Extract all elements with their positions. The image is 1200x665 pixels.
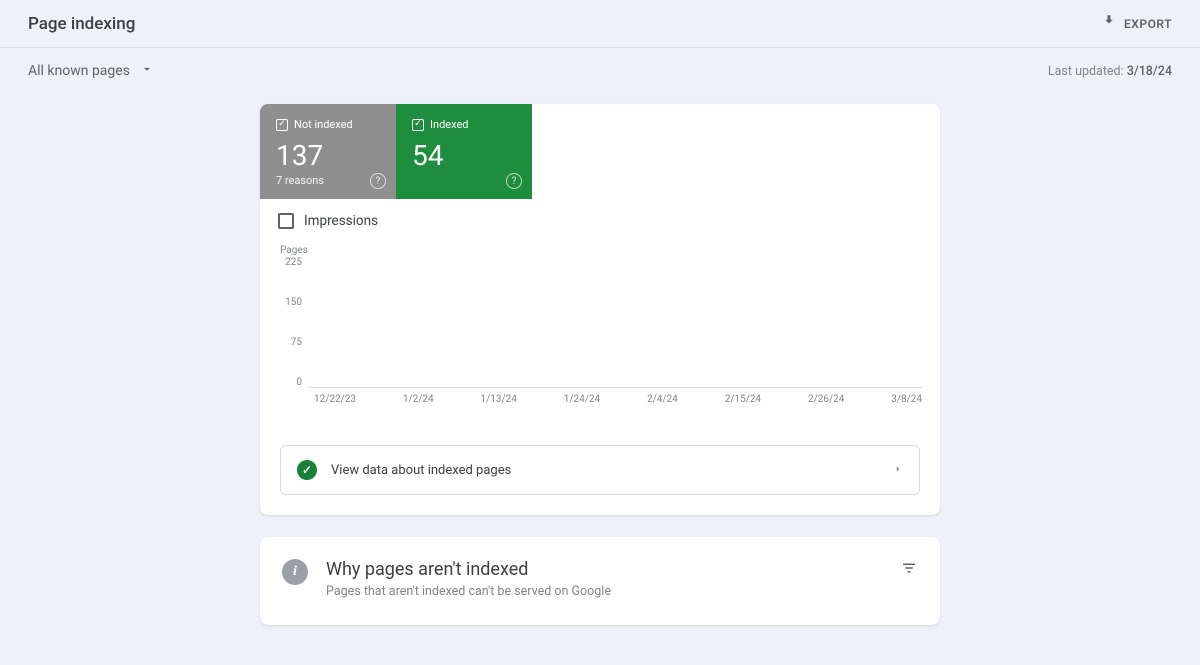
page-title: Page indexing [28,14,135,34]
tile-indexed-label: Indexed [430,118,469,131]
why-title: Why pages aren't indexed [326,559,882,580]
tile-not-indexed[interactable]: Not indexed 137 7 reasons ? [260,104,396,199]
page-filter-dropdown[interactable]: All known pages [28,62,154,80]
help-icon[interactable]: ? [506,173,522,189]
filter-list-icon[interactable] [900,559,918,581]
indexing-card: Not indexed 137 7 reasons ? Indexed 54 ?… [260,104,940,515]
why-subtitle: Pages that aren't indexed can't be serve… [326,584,882,599]
chart-bars[interactable] [308,258,922,388]
last-updated-date: 3/18/24 [1127,64,1172,79]
status-tiles: Not indexed 137 7 reasons ? Indexed 54 ? [260,104,940,199]
x-tick: 2/26/24 [808,394,844,405]
last-updated-prefix: Last updated: [1048,64,1127,79]
x-tick: 3/8/24 [891,394,922,405]
page-header: Page indexing EXPORT [0,0,1200,48]
content: Not indexed 137 7 reasons ? Indexed 54 ?… [0,94,1200,665]
y-tick: 150 [285,298,302,308]
why-not-indexed-text: Why pages aren't indexed Pages that aren… [326,559,882,599]
page-filter-label: All known pages [28,63,130,79]
checkbox-checked-icon [412,119,424,131]
y-tick: 225 [285,258,302,268]
tile-indexed[interactable]: Indexed 54 ? [396,104,532,199]
chevron-down-icon [140,62,154,80]
impressions-label: Impressions [304,213,378,229]
checkbox-unchecked-icon [278,213,294,229]
chart-x-axis: 12/22/23 1/2/24 1/13/24 1/24/24 2/4/24 2/15/2… [314,394,922,405]
checkmark-circle-icon [297,460,317,480]
toolbar: All known pages Last updated: 3/18/24 [0,48,1200,94]
tile-indexed-value: 54 [412,139,516,172]
x-tick: 2/4/24 [647,394,678,405]
export-button[interactable]: EXPORT [1100,13,1172,34]
view-indexed-pages-label: View data about indexed pages [331,463,879,478]
y-tick: 75 [291,338,302,348]
x-tick: 1/2/24 [403,394,434,405]
checkbox-checked-icon [276,119,288,131]
chevron-right-icon [893,463,903,478]
why-not-indexed-card: i Why pages aren't indexed Pages that ar… [260,537,940,625]
y-tick: 0 [296,378,302,388]
x-tick: 1/13/24 [481,394,517,405]
tile-not-indexed-label: Not indexed [294,118,353,131]
x-tick: 1/24/24 [564,394,600,405]
chart: Pages 225 150 75 0 12/22/23 1/2/24 1/13/24 1/2… [260,235,940,423]
impressions-toggle[interactable]: Impressions [260,199,940,235]
chart-y-label: Pages [280,245,922,256]
tile-not-indexed-value: 137 [276,139,380,172]
help-icon[interactable]: ? [370,173,386,189]
tile-not-indexed-sub: 7 reasons [276,174,380,187]
view-indexed-pages-link[interactable]: View data about indexed pages [280,445,920,495]
export-label: EXPORT [1124,17,1172,31]
chart-y-axis: 225 150 75 0 [278,258,308,388]
x-tick: 12/22/23 [314,394,356,405]
download-icon [1100,13,1118,34]
last-updated: Last updated: 3/18/24 [1048,64,1172,79]
info-icon: i [282,559,308,585]
x-tick: 2/15/24 [725,394,761,405]
